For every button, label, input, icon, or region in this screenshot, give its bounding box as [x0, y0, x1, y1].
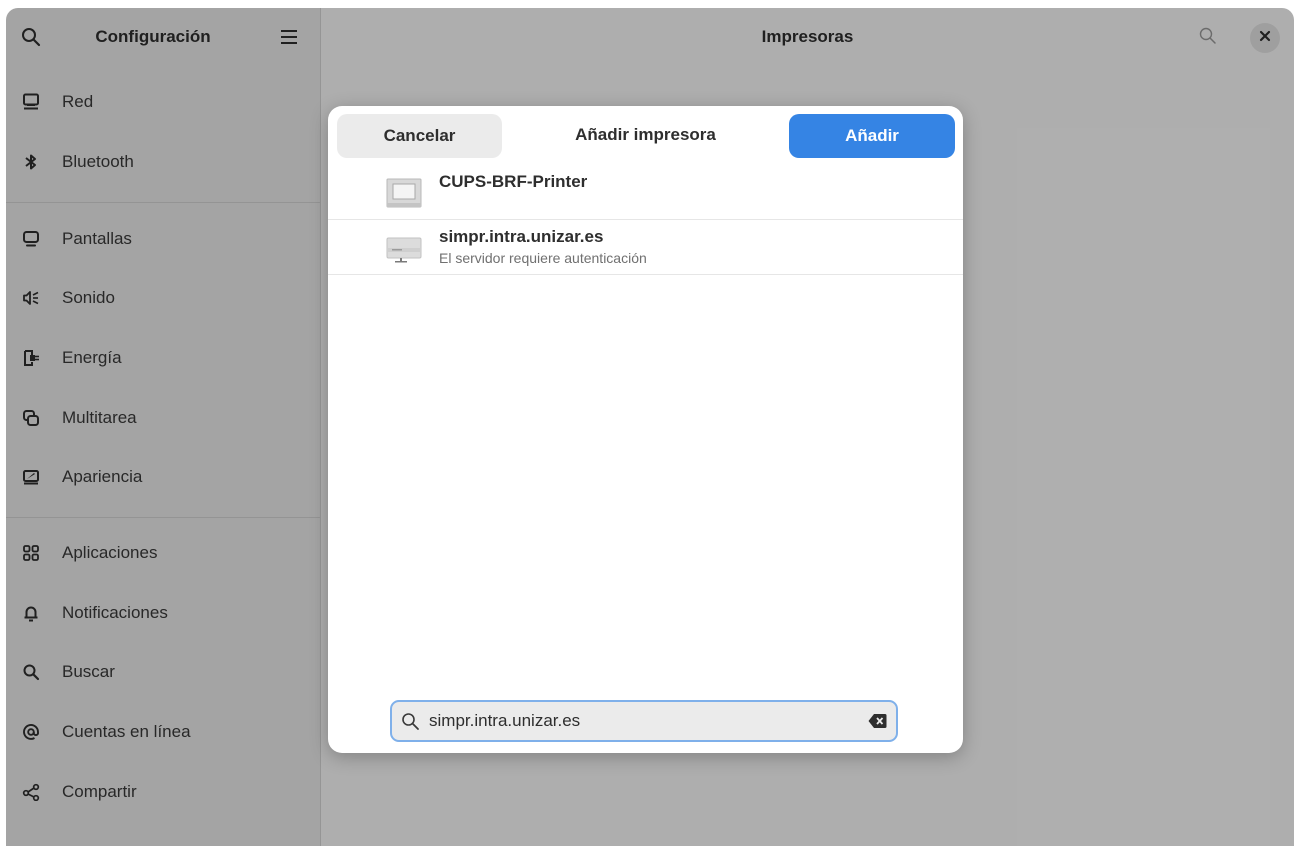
printer-search-input[interactable] [429, 708, 849, 734]
search-icon [401, 712, 420, 731]
printer-status: El servidor requiere autenticación [439, 250, 647, 266]
printer-name: CUPS-BRF-Printer [439, 172, 588, 191]
dialog-header: Cancelar Añadir impresora Añadir [328, 106, 963, 164]
add-button[interactable]: Añadir [789, 114, 955, 158]
printer-name: simpr.intra.unizar.es [439, 227, 604, 246]
printer-icon [386, 230, 422, 264]
printer-list-item[interactable]: simpr.intra.unizar.es El servidor requie… [328, 219, 963, 275]
add-printer-dialog: Cancelar Añadir impresora Añadir CUPS-BR… [328, 106, 963, 753]
clear-text-icon[interactable] [868, 713, 887, 729]
printer-icon [386, 175, 422, 209]
printer-list-item[interactable]: CUPS-BRF-Printer [328, 164, 963, 220]
printer-search-field[interactable] [390, 700, 898, 742]
